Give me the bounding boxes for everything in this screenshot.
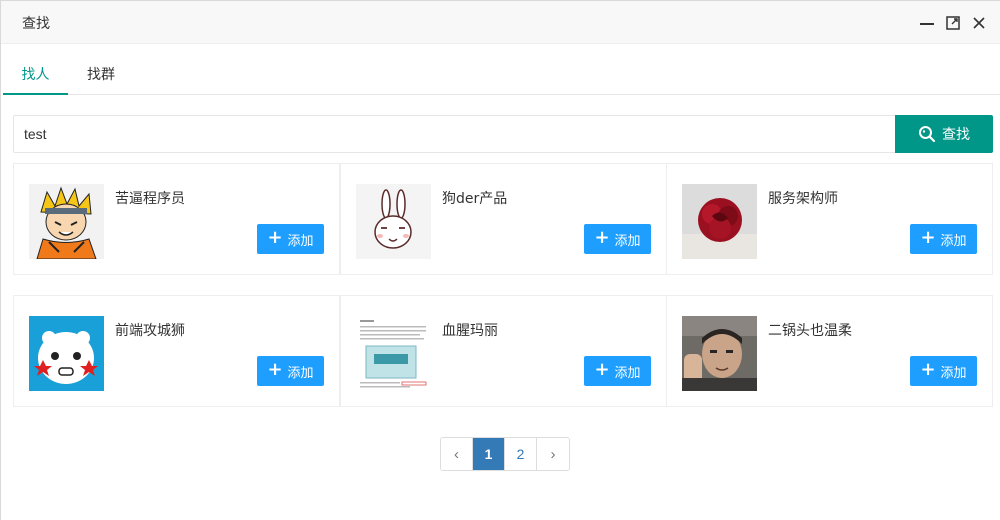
plus-icon: + xyxy=(267,227,283,248)
user-name: 前端攻城狮 xyxy=(115,323,185,339)
avatar xyxy=(29,184,104,259)
search-button-label: 查找 xyxy=(942,127,970,143)
add-friend-button[interactable]: + 添加 xyxy=(584,356,651,386)
user-card: 苦逼程序员 + 添加 xyxy=(13,163,340,275)
find-dialog: 查找 找人 找群 查找 xyxy=(0,0,1000,520)
dialog-title: 查找 xyxy=(22,16,50,32)
tab-find-person[interactable]: 找人 xyxy=(3,55,68,95)
title-bar[interactable]: 查找 xyxy=(1,1,1000,44)
add-friend-button[interactable]: + 添加 xyxy=(584,224,651,254)
white-cartoon-face-avatar-icon xyxy=(29,316,104,391)
user-card: 前端攻城狮 + 添加 xyxy=(13,295,340,407)
add-friend-button[interactable]: + 添加 xyxy=(910,224,977,254)
add-friend-button[interactable]: + 添加 xyxy=(910,356,977,386)
user-name: 狗der产品 xyxy=(442,191,508,207)
window-controls xyxy=(914,1,1000,44)
tab-find-group[interactable]: 找群 xyxy=(68,55,134,95)
maximize-icon[interactable] xyxy=(940,10,966,36)
plus-icon: + xyxy=(920,359,936,380)
document-screenshot-avatar-icon xyxy=(356,316,431,391)
user-card: 血腥玛丽 + 添加 xyxy=(340,295,667,407)
plus-icon: + xyxy=(594,227,610,248)
user-card: 狗der产品 + 添加 xyxy=(340,163,667,275)
user-name: 二锅头也温柔 xyxy=(768,323,852,339)
plus-icon: + xyxy=(267,359,283,380)
rabbit-avatar-icon xyxy=(356,184,431,259)
plus-icon: + xyxy=(920,227,936,248)
avatar xyxy=(356,316,431,391)
page-2-button[interactable]: 2 xyxy=(505,438,537,470)
minimize-icon[interactable] xyxy=(914,10,940,36)
add-friend-button[interactable]: + 添加 xyxy=(257,224,324,254)
man-photo-avatar-icon xyxy=(682,316,757,391)
anime-ninja-avatar-icon xyxy=(29,184,104,259)
prev-page-button[interactable]: ‹ xyxy=(441,438,473,470)
avatar xyxy=(682,184,757,259)
user-card: 服务架构师 + 添加 xyxy=(666,163,993,275)
avatar xyxy=(356,184,431,259)
red-rose-avatar-icon xyxy=(682,184,757,259)
avatar xyxy=(682,316,757,391)
search-icon xyxy=(919,126,936,143)
add-friend-button[interactable]: + 添加 xyxy=(257,356,324,386)
avatar xyxy=(29,316,104,391)
tab-bar: 找人 找群 xyxy=(3,55,1000,95)
user-card: 二锅头也温柔 + 添加 xyxy=(666,295,993,407)
user-name: 苦逼程序员 xyxy=(115,191,185,207)
next-page-button[interactable]: › xyxy=(537,438,569,470)
user-name: 服务架构师 xyxy=(768,191,838,207)
pagination: ‹ 1 2 › xyxy=(440,437,570,471)
user-name: 血腥玛丽 xyxy=(442,323,498,339)
plus-icon: + xyxy=(594,359,610,380)
search-button[interactable]: 查找 xyxy=(895,115,993,153)
page-1-button[interactable]: 1 xyxy=(473,438,505,470)
close-icon[interactable] xyxy=(966,10,992,36)
search-input[interactable] xyxy=(13,115,895,153)
